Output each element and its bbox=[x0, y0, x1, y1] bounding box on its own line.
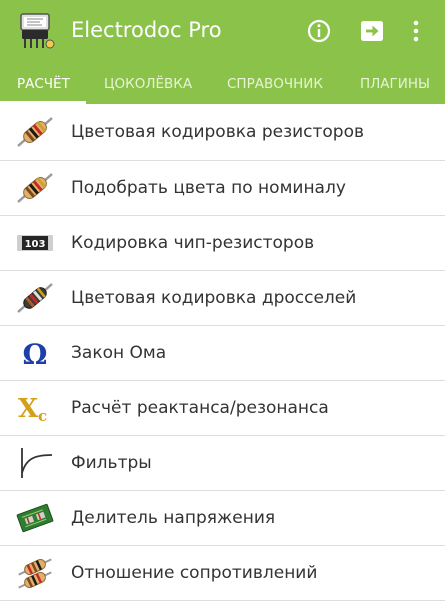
chip-resistor-code: 103 bbox=[25, 239, 46, 250]
exit-icon bbox=[361, 21, 383, 41]
list-item-label: Расчёт реактанса/резонанса bbox=[71, 398, 329, 418]
list-item-pick-colors[interactable]: Подобрать цвета по номиналу bbox=[0, 161, 445, 216]
list-item-label: Фильтры bbox=[71, 453, 152, 473]
tab-pinout[interactable]: ЦОКОЛЁВКА bbox=[104, 66, 192, 104]
list-item-label: Делитель напряжения bbox=[71, 508, 276, 528]
chip-resistor-icon: 103 bbox=[15, 225, 55, 261]
info-icon bbox=[307, 19, 331, 43]
app-bar: Electrodoc Pro РАСЧЁТ ЦОКОЛЁВКА СПРАВОЧН… bbox=[0, 0, 445, 104]
tab-bar: РАСЧЁТ ЦОКОЛЁВКА СПРАВОЧНИК ПЛАГИНЫ bbox=[0, 66, 445, 104]
ohm-symbol: Ω bbox=[23, 338, 48, 371]
resistor-icon bbox=[15, 170, 55, 206]
resistor-pair-icon bbox=[15, 555, 55, 591]
pcb-board-icon bbox=[15, 500, 55, 536]
reactance-icon: X c bbox=[15, 390, 55, 426]
list-item-inductor-color-code[interactable]: Цветовая кодировка дросселей bbox=[0, 271, 445, 326]
inductor-icon bbox=[15, 280, 55, 316]
list-item-voltage-divider[interactable]: Делитель напряжения bbox=[0, 491, 445, 546]
ohm-icon: Ω bbox=[15, 335, 55, 371]
list-item-resistor-color-code[interactable]: Цветовая кодировка резисторов bbox=[0, 104, 445, 161]
list-item-label: Цветовая кодировка дросселей bbox=[71, 288, 357, 308]
exit-button[interactable] bbox=[357, 16, 387, 46]
tab-reference[interactable]: СПРАВОЧНИК bbox=[227, 66, 323, 104]
list-item-label: Отношение сопротивлений bbox=[71, 563, 318, 583]
calculator-list: Цветовая кодировка резисторов Подобрать … bbox=[0, 104, 445, 601]
tab-calculation[interactable]: РАСЧЁТ bbox=[17, 66, 70, 104]
more-options-button[interactable] bbox=[405, 16, 427, 46]
list-item-filters[interactable]: Фильтры bbox=[0, 436, 445, 491]
reactance-subscript: c bbox=[38, 407, 47, 425]
list-item-chip-resistor-code[interactable]: 103 Кодировка чип-резисторов bbox=[0, 216, 445, 271]
list-item-resistance-ratio[interactable]: Отношение сопротивлений bbox=[0, 546, 445, 601]
list-item-reactance-resonance[interactable]: X c Расчёт реактанса/резонанса bbox=[0, 381, 445, 436]
reactance-symbol: X bbox=[18, 394, 39, 424]
list-item-label: Закон Ома bbox=[71, 343, 167, 363]
list-item-label: Кодировка чип-резисторов bbox=[71, 233, 315, 253]
app-logo-icon bbox=[20, 13, 55, 49]
tab-plugins[interactable]: ПЛАГИНЫ bbox=[360, 66, 430, 104]
list-item-label: Подобрать цвета по номиналу bbox=[71, 178, 346, 198]
list-item-ohms-law[interactable]: Ω Закон Ома bbox=[0, 326, 445, 381]
resistor-icon bbox=[15, 114, 55, 150]
app-title: Electrodoc Pro bbox=[71, 18, 222, 42]
info-button[interactable] bbox=[304, 16, 334, 46]
more-vertical-icon bbox=[413, 20, 419, 42]
list-item-label: Цветовая кодировка резисторов bbox=[71, 122, 365, 142]
filter-curve-icon bbox=[15, 445, 55, 481]
